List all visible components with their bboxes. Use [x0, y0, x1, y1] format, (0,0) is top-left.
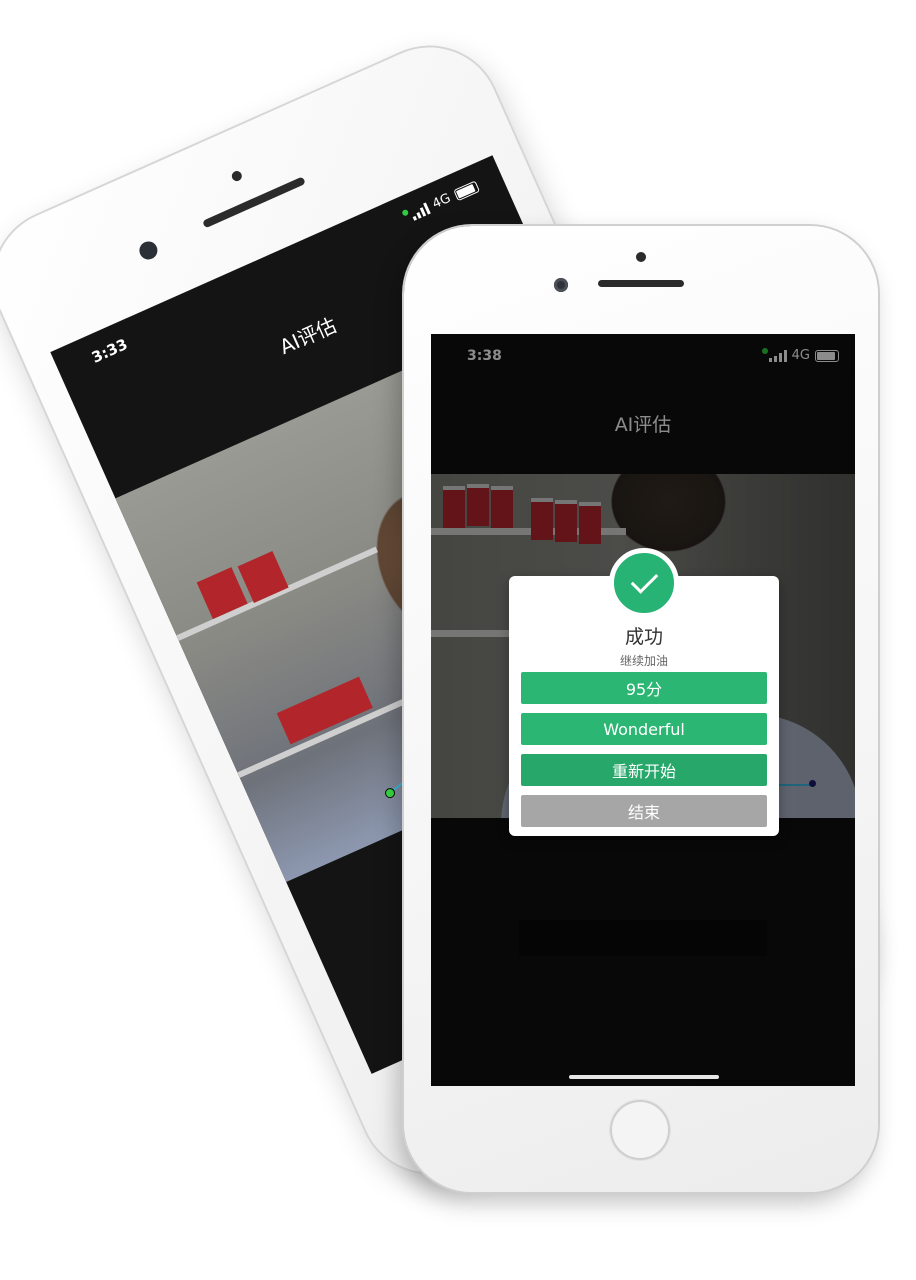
- end-button[interactable]: 结束: [521, 795, 767, 827]
- home-button[interactable]: [610, 1100, 670, 1160]
- front-sensor-dot: [636, 252, 646, 262]
- bottom-text-bar: [519, 920, 767, 956]
- back-status-time: 3:33: [88, 335, 131, 367]
- signal-icon: [409, 202, 431, 221]
- score-button[interactable]: 95分: [521, 672, 767, 704]
- home-indicator: [569, 1075, 719, 1079]
- check-icon: [609, 548, 679, 618]
- back-sensor-dot: [230, 169, 244, 183]
- back-front-camera: [136, 238, 161, 263]
- front-earpiece: [598, 280, 684, 287]
- success-dialog: 成功 继续加油 95分 Wonderful 重新开始 结束: [509, 548, 779, 836]
- dialog-subtitle: 继续加油: [619, 654, 668, 668]
- dialog-title: 成功: [624, 626, 663, 648]
- back-status-icons: 4G: [400, 179, 481, 225]
- front-screen: 3:38 4G AI评估 成功 继续加油 95分 Wonderful 重新开始 …: [431, 334, 855, 1086]
- front-front-camera: [554, 278, 568, 292]
- front-phone: 3:38 4G AI评估 成功 继续加油 95分 Wonderful 重新开始 …: [404, 226, 878, 1192]
- back-indicator-dot: [400, 208, 409, 217]
- grade-button[interactable]: Wonderful: [521, 713, 767, 745]
- battery-icon: [453, 180, 480, 201]
- back-network-label: 4G: [430, 190, 454, 213]
- restart-button[interactable]: 重新开始: [521, 754, 767, 786]
- back-earpiece: [202, 176, 306, 229]
- stage: 3:33 4G AI评估 请 完成: [0, 0, 916, 1280]
